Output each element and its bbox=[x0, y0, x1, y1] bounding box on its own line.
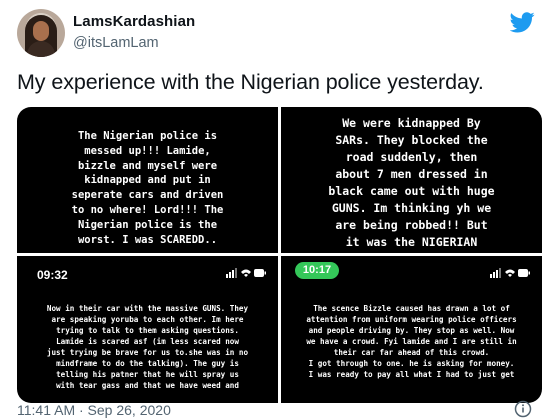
display-name[interactable]: LamsKardashian bbox=[73, 13, 195, 30]
status-bar-icons bbox=[226, 268, 266, 278]
info-icon[interactable] bbox=[514, 400, 532, 418]
media-image-3[interactable]: 09:32 Now in their car with the massive … bbox=[17, 256, 278, 403]
status-bar-time-pill: 10:17 bbox=[295, 262, 339, 279]
story-caption-1: The Nigerian police is messed up!!! Lami… bbox=[71, 130, 224, 246]
story-caption-4: The scence Bizzle caused has drawn a lot… bbox=[306, 304, 517, 379]
status-bar-time: 10:17 bbox=[302, 264, 332, 276]
status-bar-icons bbox=[490, 268, 530, 278]
story-caption-2: We were kidnapped By SARs. They blocked … bbox=[328, 116, 495, 249]
media-image-4[interactable]: 10:17 The scence Bizzle caused has drawn… bbox=[281, 256, 542, 403]
user-handle[interactable]: @itsLamLam bbox=[73, 35, 159, 51]
twitter-bird-icon[interactable] bbox=[510, 12, 535, 33]
tweet-card: LamsKardashian @itsLamLam My experience … bbox=[0, 0, 553, 418]
media-grid: The Nigerian police is messed up!!! Lami… bbox=[17, 107, 542, 403]
story-caption-3: Now in their car with the massive GUNS. … bbox=[46, 304, 249, 390]
avatar[interactable] bbox=[17, 9, 65, 57]
tweet-timestamp[interactable]: 11:41 AM · Sep 26, 2020 bbox=[17, 402, 171, 418]
media-image-2[interactable]: We were kidnapped By SARs. They blocked … bbox=[281, 107, 542, 253]
status-bar-time: 09:32 bbox=[37, 268, 68, 282]
media-image-1[interactable]: The Nigerian police is messed up!!! Lami… bbox=[17, 107, 278, 253]
tweet-text: My experience with the Nigerian police y… bbox=[17, 70, 484, 94]
